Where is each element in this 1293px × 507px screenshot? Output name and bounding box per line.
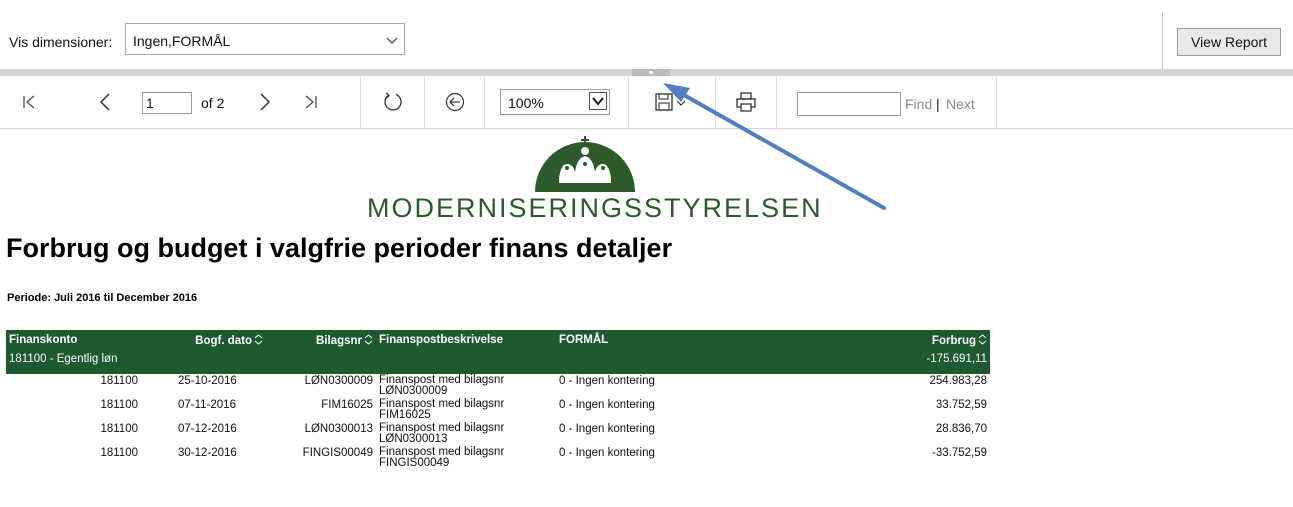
group-row: 181100 - Egentlig løn -175.691,11 (6, 353, 990, 374)
refresh-icon[interactable] (378, 76, 408, 128)
dimension-value: Ingen,FORMÅL (133, 33, 231, 49)
zoom-select[interactable]: 100% (500, 89, 610, 115)
toolbar-separator (776, 76, 777, 128)
column-header-label: Bogf. dato (195, 335, 252, 348)
cell-beskrivelse: Finanspost med bilagsnr LØN0300013 (376, 422, 556, 446)
last-page-icon[interactable] (296, 76, 326, 128)
find-input[interactable] (797, 92, 901, 116)
sort-icon[interactable] (254, 334, 263, 348)
column-header-label: Finanspostbeskrivelse (379, 334, 503, 346)
table-row: 181100 07-11-2016 FIM16025 Finanspost me… (6, 398, 990, 422)
divider (1162, 12, 1163, 69)
table-row: 181100 07-12-2016 LØN0300013 Finanspost … (6, 422, 990, 446)
cell-bilag: LØN0300013 (304, 423, 373, 435)
dimension-label: Vis dimensioner: (9, 34, 113, 50)
cell-forbrug: 33.752,59 (935, 399, 987, 411)
back-icon[interactable] (440, 76, 470, 128)
parameter-bar: Vis dimensioner: Ingen,FORMÅL View Repor… (0, 0, 1293, 69)
print-icon[interactable] (731, 76, 761, 128)
cell-forbrug: 254.983,28 (929, 375, 987, 387)
cell-formaal: 0 - Ingen kontering (559, 399, 655, 411)
cell-formaal: 0 - Ingen kontering (559, 423, 655, 435)
toolbar-separator (484, 76, 485, 128)
toolbar-separator (715, 76, 716, 128)
toolbar-separator (628, 76, 629, 128)
column-header-finanskonto: Finanskonto (6, 330, 166, 353)
dimension-select[interactable]: Ingen,FORMÅL (125, 23, 405, 55)
find-link[interactable]: Find (905, 96, 932, 112)
splitter-bar[interactable] (0, 69, 1293, 76)
column-header-label: FORMÅL (559, 334, 609, 346)
group-total: -175.691,11 (786, 353, 990, 374)
cell-bilag: FINGIS00049 (302, 447, 373, 459)
cell-dato: 07-12-2016 (178, 423, 237, 435)
column-header-label: Finanskonto (9, 334, 78, 346)
cell-forbrug: 28.836,70 (935, 423, 987, 435)
cell-dato: 07-11-2016 (178, 399, 236, 411)
chevron-down-icon[interactable] (386, 32, 398, 50)
cell-bilag: FIM16025 (321, 399, 373, 411)
column-header-forbrug[interactable]: Forbrug (786, 330, 990, 353)
table-header-row: Finanskonto Bogf. dato Bilagsnr Finanspo… (6, 330, 990, 353)
desc-line: FINGIS00049 (379, 457, 450, 469)
desc-line: FIM16025 (379, 409, 431, 421)
collapse-handle[interactable] (632, 69, 670, 76)
cell-konto: 181100 (100, 375, 138, 387)
column-header-formaal: FORMÅL (556, 330, 786, 353)
page-number-input[interactable] (142, 92, 192, 114)
crown-logo-icon (531, 134, 639, 197)
cell-formaal: 0 - Ingen kontering (559, 375, 655, 387)
cell-konto: 181100 (100, 423, 138, 435)
table-row: 181100 25-10-2016 LØN0300009 Finanspost … (6, 374, 990, 398)
logo-text: MODERNISERINGSSTYRELSEN (367, 193, 823, 223)
cell-forbrug: -33.752,59 (932, 447, 987, 459)
cell-bilag: LØN0300009 (304, 375, 373, 387)
desc-line: LØN0300009 (379, 385, 448, 397)
desc-line: LØN0300013 (379, 433, 448, 445)
first-page-icon[interactable] (14, 76, 44, 128)
report-table: Finanskonto Bogf. dato Bilagsnr Finanspo… (6, 330, 990, 470)
toolbar-separator (360, 76, 361, 128)
toolbar-separator (424, 76, 425, 128)
page-count-text: of 2 (201, 95, 225, 111)
cell-konto: 181100 (100, 399, 138, 411)
toolbar-separator (996, 76, 997, 128)
cell-formaal: 0 - Ingen kontering (559, 447, 655, 459)
cell-konto: 181100 (100, 447, 138, 459)
cell-beskrivelse: Finanspost med bilagsnr FINGIS00049 (376, 446, 556, 470)
previous-page-icon[interactable] (90, 76, 120, 128)
cell-beskrivelse: Finanspost med bilagsnr LØN0300009 (376, 374, 556, 398)
next-page-icon[interactable] (250, 76, 280, 128)
save-icon[interactable] (648, 76, 694, 128)
sort-icon[interactable] (364, 334, 373, 348)
cell-dato: 25-10-2016 (178, 375, 237, 387)
sort-icon[interactable] (978, 334, 987, 348)
group-label: 181100 - Egentlig løn (6, 353, 786, 374)
cell-dato: 30-12-2016 (178, 447, 237, 459)
zoom-value: 100% (508, 95, 544, 111)
report-title: Forbrug og budget i valgfrie perioder fi… (6, 233, 673, 263)
column-header-bogf-dato[interactable]: Bogf. dato (166, 330, 266, 353)
column-header-label: Forbrug (931, 335, 976, 348)
report-body: MODERNISERINGSSTYRELSEN Forbrug og budge… (0, 130, 1293, 507)
cell-beskrivelse: Finanspost med bilagsnr FIM16025 (376, 398, 556, 422)
column-header-beskrivelse: Finanspostbeskrivelse (376, 330, 556, 353)
report-period: Periode: Juli 2016 til December 2016 (7, 292, 198, 304)
table-row: 181100 30-12-2016 FINGIS00049 Finanspost… (6, 446, 990, 470)
next-link[interactable]: Next (946, 96, 975, 112)
view-report-button[interactable]: View Report (1177, 28, 1281, 56)
chevron-down-icon[interactable] (589, 92, 607, 110)
find-separator: | (936, 96, 940, 112)
collapse-handle-dot (649, 71, 653, 74)
column-header-label: Bilagsnr (315, 335, 362, 348)
column-header-bilagsnr[interactable]: Bilagsnr (266, 330, 376, 353)
report-toolbar: of 2 100% Find | Next (0, 76, 1293, 129)
